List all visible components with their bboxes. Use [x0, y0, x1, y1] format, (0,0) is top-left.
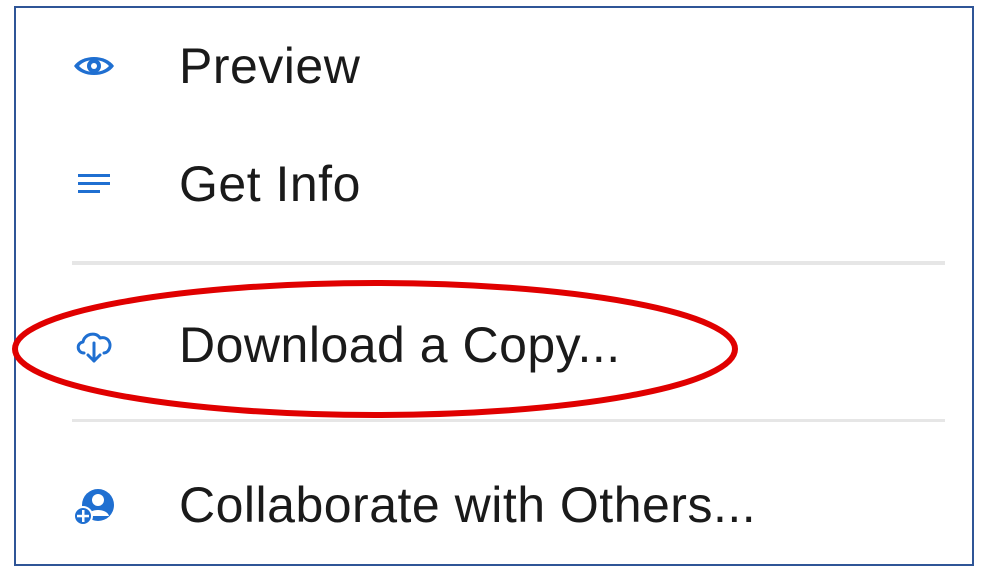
lines-icon [72, 162, 116, 206]
menu-item-label: Get Info [179, 156, 361, 212]
menu-item-get-info[interactable]: Get Info [16, 134, 946, 234]
menu-separator [72, 419, 945, 422]
menu-item-collaborate[interactable]: Collaborate with Others... [16, 455, 946, 555]
menu-item-preview[interactable]: Preview [16, 16, 946, 116]
menu-item-label: Preview [179, 38, 361, 94]
menu-item-label: Collaborate with Others... [179, 477, 757, 533]
context-menu: Preview Get Info Download a Copy... Coll… [16, 8, 972, 564]
eye-icon [72, 44, 116, 88]
menu-item-download-copy[interactable]: Download a Copy... [16, 295, 946, 395]
collaborate-icon [72, 483, 116, 527]
menu-separator [72, 261, 945, 265]
cloud-download-icon [72, 323, 116, 367]
menu-item-label: Download a Copy... [179, 317, 621, 373]
context-menu-frame: Preview Get Info Download a Copy... Coll… [14, 6, 974, 566]
